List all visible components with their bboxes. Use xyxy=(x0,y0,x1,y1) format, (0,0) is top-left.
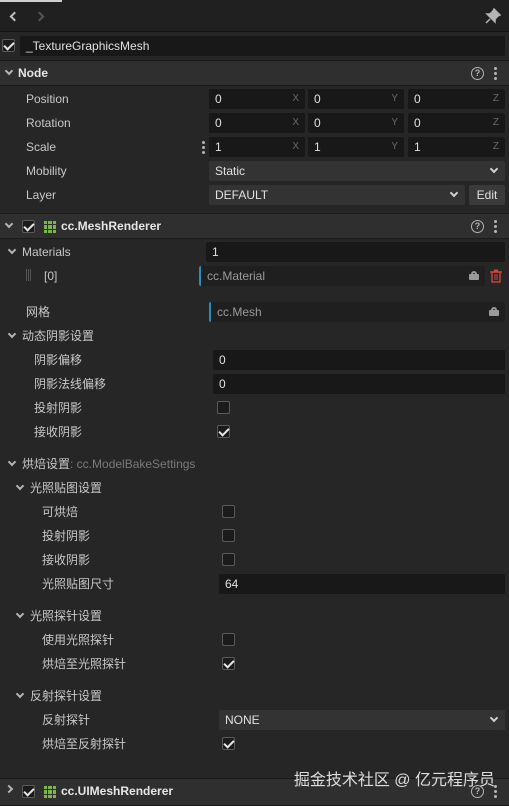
node-section-header[interactable]: Node ? xyxy=(0,60,509,86)
component-grid-icon xyxy=(44,221,56,233)
materials-count-input[interactable]: 1 xyxy=(206,242,505,262)
rotation-label: Rotation xyxy=(26,116,71,130)
shadow-bias-label: 阴影偏移 xyxy=(34,353,83,367)
drag-handle-icon[interactable] xyxy=(26,269,32,281)
forward-button[interactable] xyxy=(34,9,48,23)
bake-to-reflection-probe-label: 烘焙至反射探针 xyxy=(42,737,127,751)
mesh-renderer-header[interactable]: cc.MeshRenderer ? xyxy=(0,213,509,239)
position-x-input[interactable]: 0X xyxy=(209,89,305,109)
chevron-right-icon xyxy=(34,11,45,21)
more-options-icon[interactable] xyxy=(494,67,497,80)
help-icon[interactable]: ? xyxy=(471,220,484,233)
use-light-probe-checkbox[interactable] xyxy=(222,633,235,646)
lightmap-size-label: 光照贴图尺寸 xyxy=(42,577,115,591)
dynamic-shadow-collapse-arrow-icon[interactable] xyxy=(7,329,17,339)
lightmap-collapse-arrow-icon[interactable] xyxy=(15,481,25,491)
receive-shadow-checkbox[interactable] xyxy=(217,425,230,438)
pin-icon[interactable] xyxy=(485,8,501,24)
shadow-normal-bias-label: 阴影法线偏移 xyxy=(34,377,107,391)
lightmap-receive-shadow-label: 接收阴影 xyxy=(42,553,91,567)
collapse-arrow-icon xyxy=(4,219,14,229)
lock-icon xyxy=(489,307,499,316)
help-icon[interactable]: ? xyxy=(471,67,484,80)
mobility-label: Mobility xyxy=(26,164,67,178)
node-active-checkbox[interactable] xyxy=(2,39,15,52)
active-tab-indicator xyxy=(0,0,62,2)
scale-lock-icon[interactable] xyxy=(202,141,205,154)
rotation-x-input[interactable]: 0X xyxy=(209,113,305,133)
layer-label: Layer xyxy=(26,188,57,202)
chevron-down-icon xyxy=(489,713,499,723)
component-grid-icon xyxy=(44,786,56,798)
reflection-probe-settings-title: 反射探针设置 xyxy=(30,689,103,703)
scale-y-input[interactable]: 1Y xyxy=(308,137,404,157)
bake-settings-collapse-arrow-icon[interactable] xyxy=(7,457,17,467)
light-probe-collapse-arrow-icon[interactable] xyxy=(15,609,25,619)
back-button[interactable] xyxy=(6,9,20,23)
lightmap-size-input[interactable]: 64 xyxy=(219,574,505,594)
dynamic-shadow-title: 动态阴影设置 xyxy=(22,329,95,343)
reflection-probe-collapse-arrow-icon[interactable] xyxy=(15,689,25,699)
receive-shadow-label: 接收阴影 xyxy=(34,425,83,439)
chevron-down-icon xyxy=(449,188,459,198)
rotation-y-input[interactable]: 0Y xyxy=(308,113,404,133)
inspector-toolbar xyxy=(0,0,509,32)
chevron-down-icon xyxy=(489,164,499,174)
lightmap-settings-title: 光照贴图设置 xyxy=(30,481,103,495)
material-asset-field[interactable]: cc.Material xyxy=(199,266,485,286)
materials-label: Materials xyxy=(22,245,71,259)
scale-x-input[interactable]: 1X xyxy=(209,137,305,157)
bakeable-checkbox[interactable] xyxy=(222,505,235,518)
chevron-left-icon xyxy=(9,11,20,21)
reflection-probe-select[interactable]: NONE xyxy=(219,710,505,730)
bakeable-label: 可烘焙 xyxy=(42,505,79,519)
node-name-input[interactable]: _TextureGraphicsMesh xyxy=(20,36,505,56)
mesh-renderer-enabled-checkbox[interactable] xyxy=(22,220,35,233)
ui-mesh-renderer-title: cc.UIMeshRenderer xyxy=(61,784,174,798)
lightmap-cast-shadow-checkbox[interactable] xyxy=(222,529,235,542)
position-z-input[interactable]: 0Z xyxy=(408,89,505,109)
node-section-title: Node xyxy=(18,66,48,80)
reflection-probe-label: 反射探针 xyxy=(42,713,91,727)
bake-to-light-probe-checkbox[interactable] xyxy=(222,657,235,670)
mesh-asset-field[interactable]: cc.Mesh xyxy=(209,302,505,322)
scale-z-input[interactable]: 1Z xyxy=(408,137,505,157)
scale-label: Scale xyxy=(26,140,57,154)
position-y-input[interactable]: 0Y xyxy=(308,89,404,109)
mobility-select[interactable]: Static xyxy=(209,161,505,181)
lightmap-cast-shadow-label: 投射阴影 xyxy=(42,529,91,543)
light-probe-settings-title: 光照探针设置 xyxy=(30,609,103,623)
lock-icon xyxy=(469,271,479,280)
expand-arrow-icon xyxy=(4,784,14,794)
watermark-text: 掘金技术社区 @ 亿元程序员 xyxy=(293,772,495,789)
shadow-bias-input[interactable]: 0 xyxy=(213,350,505,370)
bake-to-light-probe-label: 烘焙至光照探针 xyxy=(42,657,127,671)
mesh-renderer-title: cc.MeshRenderer xyxy=(61,219,162,233)
layer-select[interactable]: DEFAULT xyxy=(209,185,465,205)
materials-collapse-arrow-icon[interactable] xyxy=(7,245,17,255)
shadow-normal-bias-input[interactable]: 0 xyxy=(213,374,505,394)
trash-icon[interactable] xyxy=(490,269,502,283)
mesh-label: 网格 xyxy=(26,305,51,319)
cast-shadow-label: 投射阴影 xyxy=(34,401,83,415)
collapse-arrow-icon xyxy=(4,66,14,76)
material-index-label: [0] xyxy=(44,269,58,283)
ui-mesh-renderer-enabled-checkbox[interactable] xyxy=(22,785,35,798)
bake-to-reflection-probe-checkbox[interactable] xyxy=(222,737,235,750)
more-options-icon[interactable] xyxy=(494,220,497,233)
position-label: Position xyxy=(26,92,69,106)
use-light-probe-label: 使用光照探针 xyxy=(42,633,115,647)
rotation-z-input[interactable]: 0Z xyxy=(408,113,505,133)
bake-settings-title: 烘焙设置: cc.ModelBakeSettings xyxy=(22,457,196,471)
layer-edit-button[interactable]: Edit xyxy=(469,185,505,205)
cast-shadow-checkbox[interactable] xyxy=(217,401,230,414)
lightmap-receive-shadow-checkbox[interactable] xyxy=(222,553,235,566)
